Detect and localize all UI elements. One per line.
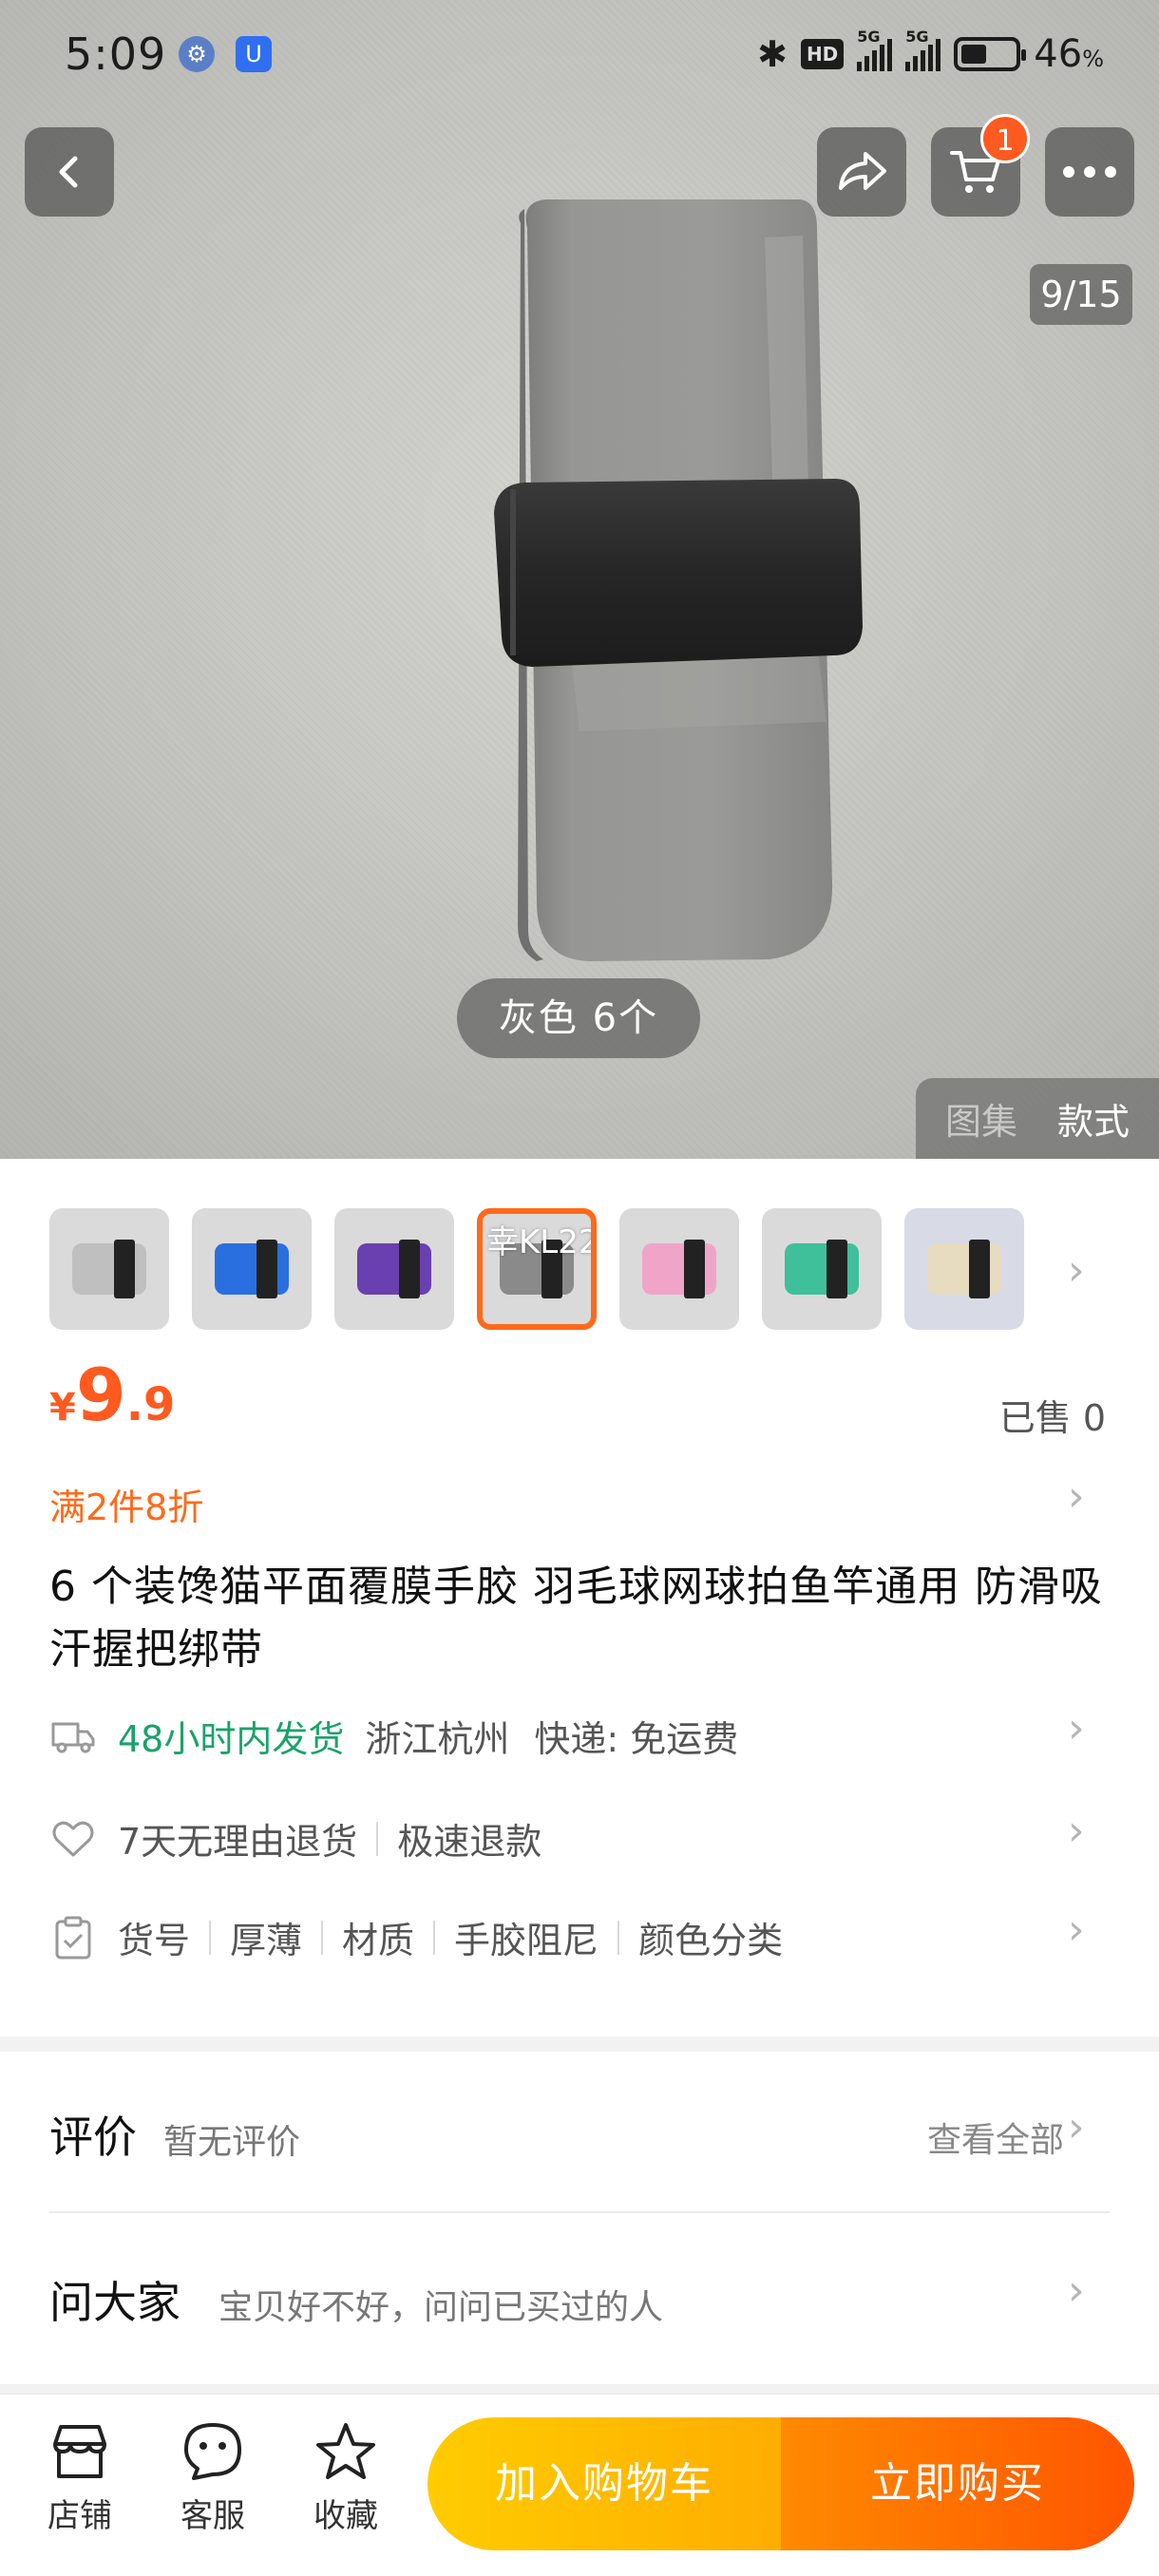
promo-text[interactable]: 满2件8折 <box>49 1478 203 1530</box>
reviews-chevron-icon[interactable]: › <box>1068 2103 1085 2151</box>
service-chevron-icon[interactable]: › <box>1068 1807 1085 1855</box>
buy-now-button[interactable]: 立即购买 <box>781 2417 1134 2550</box>
more-button[interactable] <box>1045 127 1134 217</box>
variant-thumbnails: 幸KL22 <box>49 1208 1024 1330</box>
tab-gallery[interactable]: 图集 <box>945 1092 1017 1145</box>
price: ¥ 9 .9 <box>49 1353 175 1437</box>
tab-styles[interactable]: 款式 <box>1057 1092 1130 1145</box>
chevron-left-icon <box>59 156 78 188</box>
image-index-indicator: 9/15 <box>1030 264 1132 325</box>
bottom-action-bar: 店铺 客服 收藏 加入购物车 立即购买 <box>0 2394 1159 2576</box>
reviews-subtitle: 暂无评价 <box>163 2123 301 2162</box>
more-icon <box>1063 166 1116 178</box>
product-title: 6 个装馋猫平面覆膜手胶 羽毛球网球拍鱼竿通用 防滑吸汗握把绑带 <box>49 1563 1103 1674</box>
delivery-time: 48小时内发货 <box>118 1718 345 1760</box>
divider <box>618 1920 620 1955</box>
reviews-card: 评价 暂无评价 查看全部 › 问大家 宝贝好不好，问问已买过的人 › <box>0 2052 1159 2384</box>
cart-count-badge: 1 <box>980 114 1030 163</box>
param-item: 颜色分类 <box>638 1920 784 1961</box>
express-fee: 快递: 免运费 <box>534 1718 739 1760</box>
network-label: 5G <box>857 28 881 46</box>
service-row[interactable]: 7天无理由退货 极速退款 <box>49 1812 1113 1865</box>
cart-button[interactable]: 1 <box>931 114 1030 217</box>
signal-icon: 5G <box>857 28 893 71</box>
divider <box>376 1821 379 1856</box>
price-currency: ¥ <box>49 1386 76 1430</box>
variant-thumbnail[interactable] <box>334 1208 454 1330</box>
store-icon <box>53 2425 106 2478</box>
gallery-mode-tabs: 图集 款式 <box>916 1078 1159 1159</box>
signal-icon-2: 5G <box>905 28 941 71</box>
variant-thumbnail[interactable] <box>904 1208 1024 1330</box>
add-to-cart-button[interactable]: 加入购物车 <box>428 2417 781 2550</box>
store-button[interactable]: 店铺 <box>23 2421 137 2536</box>
share-icon <box>839 152 886 190</box>
store-label: 店铺 <box>48 2497 112 2535</box>
params-row[interactable]: 货号 厚薄 材质 手胶阻尼 颜色分类 <box>49 1911 1113 1963</box>
battery-percent: 46% <box>1034 32 1104 76</box>
ship-location: 浙江杭州 <box>365 1718 510 1760</box>
clipboard-icon <box>55 1916 91 1959</box>
reviews-title: 评价 <box>49 2112 137 2163</box>
param-item: 材质 <box>342 1920 415 1961</box>
ask-title: 问大家 <box>49 2277 180 2328</box>
star-icon <box>316 2423 375 2479</box>
price-decimal: .9 <box>125 1378 176 1431</box>
thumb-swatch <box>215 1240 289 1298</box>
divider <box>433 1920 436 1955</box>
chat-bubble-icon <box>184 2423 241 2480</box>
variant-thumbnail-selected[interactable]: 幸KL22 <box>477 1208 597 1330</box>
product-info-card: 幸KL22 › ¥ 9 .9 已售 0 满2件8折 › 6 个装馋猫平面覆膜手胶… <box>0 1159 1159 2036</box>
divider <box>49 2211 1110 2213</box>
status-bar: 5:09 ⚙ U ✱ HD 5G 5G 46% <box>0 0 1159 114</box>
customer-service-label: 客服 <box>180 2497 245 2535</box>
settings-status-icon: ⚙ <box>179 36 215 72</box>
view-all-reviews-link[interactable]: 查看全部 <box>927 2112 1064 2162</box>
param-item: 厚薄 <box>230 1920 303 1961</box>
app-status-icon: U <box>236 36 272 72</box>
battery-icon <box>954 37 1027 71</box>
favorite-label: 收藏 <box>314 2497 378 2535</box>
promo-chevron-icon[interactable]: › <box>1068 1472 1085 1521</box>
hd-badge: HD <box>800 39 845 69</box>
variant-thumbnail[interactable] <box>192 1208 312 1330</box>
fast-refund: 极速退款 <box>397 1821 542 1863</box>
battery-percent-unit: % <box>1082 46 1104 72</box>
ask-chevron-icon[interactable]: › <box>1068 2266 1085 2315</box>
bluetooth-icon: ✱ <box>757 33 788 75</box>
thumb-swatch <box>642 1240 716 1298</box>
thumb-swatch <box>785 1240 859 1298</box>
favorite-button[interactable]: 收藏 <box>289 2421 403 2536</box>
customer-service-button[interactable]: 客服 <box>156 2421 270 2536</box>
status-time: 5:09 <box>65 28 167 80</box>
network-label-2: 5G <box>905 28 929 46</box>
variant-thumbnail[interactable] <box>49 1208 169 1330</box>
thumb-swatch <box>72 1240 146 1298</box>
share-button[interactable] <box>817 127 906 217</box>
thumbnail-tag: 幸KL22 <box>486 1223 597 1261</box>
product-image-gallery[interactable]: 5:09 ⚙ U ✱ HD 5G 5G 46% 1 9/15 灰色 6个 图集 … <box>0 0 1159 1159</box>
battery-percent-value: 46 <box>1034 32 1083 76</box>
params-chevron-icon[interactable]: › <box>1068 1905 1085 1954</box>
price-integer: 9 <box>75 1353 126 1437</box>
shipping-row[interactable]: 48小时内发货 浙江杭州 快递: 免运费 <box>49 1710 1113 1762</box>
thumb-swatch <box>357 1240 431 1298</box>
truck-icon <box>51 1722 95 1752</box>
back-button[interactable] <box>25 127 114 217</box>
divider <box>209 1920 212 1955</box>
thumbnails-more-chevron-icon[interactable]: › <box>1068 1246 1085 1295</box>
ask-subtitle: 宝贝好不好，问问已买过的人 <box>218 2288 664 2327</box>
sold-count: 已售 0 <box>998 1397 1106 1439</box>
variant-thumbnail[interactable] <box>619 1208 739 1330</box>
return-policy: 7天无理由退货 <box>118 1821 358 1863</box>
variant-thumbnail[interactable] <box>762 1208 882 1330</box>
heart-shield-icon <box>52 1821 94 1856</box>
shipping-chevron-icon[interactable]: › <box>1068 1704 1085 1752</box>
param-item: 货号 <box>118 1920 191 1961</box>
thumb-swatch <box>927 1240 1001 1298</box>
divider <box>321 1920 324 1955</box>
param-item: 手胶阻尼 <box>454 1920 599 1961</box>
variant-label-pill: 灰色 6个 <box>457 978 700 1058</box>
